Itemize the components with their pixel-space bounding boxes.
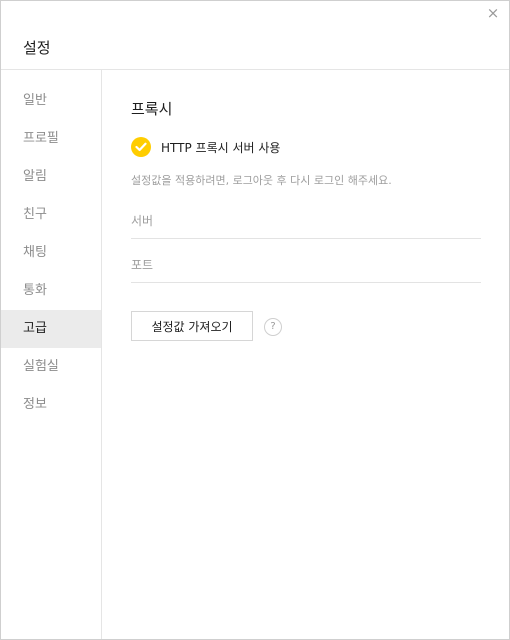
hint-text: 설정값을 적용하려면, 로그아웃 후 다시 로그인 해주세요. xyxy=(131,174,392,187)
check-icon xyxy=(131,137,151,157)
port-input[interactable] xyxy=(131,250,481,280)
sidebar-item-labs[interactable]: 실험실 xyxy=(1,348,101,386)
sidebar-item-info[interactable]: 정보 xyxy=(1,386,101,424)
sidebar: 일반 프로필 알림 친구 채팅 통화 고급 실험실 정보 xyxy=(1,70,102,639)
import-settings-button[interactable]: 설정값 가져오기 xyxy=(131,311,253,341)
help-icon[interactable]: ? xyxy=(264,318,282,336)
sidebar-item-call[interactable]: 통화 xyxy=(1,272,101,310)
sidebar-item-profile[interactable]: 프로필 xyxy=(1,120,101,158)
sidebar-item-notifications[interactable]: 알림 xyxy=(1,158,101,196)
section-title: 프록시 xyxy=(131,100,173,118)
window-title: 설정 xyxy=(23,39,51,57)
port-field xyxy=(131,250,481,283)
server-input[interactable] xyxy=(131,206,481,236)
sidebar-item-friends[interactable]: 친구 xyxy=(1,196,101,234)
http-proxy-checkbox[interactable]: HTTP 프록시 서버 사용 xyxy=(131,137,280,157)
sidebar-item-general[interactable]: 일반 xyxy=(1,82,101,120)
sidebar-item-advanced[interactable]: 고급 xyxy=(1,310,101,348)
http-proxy-label: HTTP 프록시 서버 사용 xyxy=(161,140,281,155)
close-icon[interactable]: × xyxy=(485,5,501,21)
server-field xyxy=(131,206,481,239)
settings-window: × 설정 일반 프로필 알림 친구 채팅 통화 고급 실험실 정보 프록시 HT… xyxy=(0,0,510,640)
sidebar-item-chat[interactable]: 채팅 xyxy=(1,234,101,272)
settings-content: 프록시 HTTP 프록시 서버 사용 설정값을 적용하려면, 로그아웃 후 다시… xyxy=(102,70,509,639)
